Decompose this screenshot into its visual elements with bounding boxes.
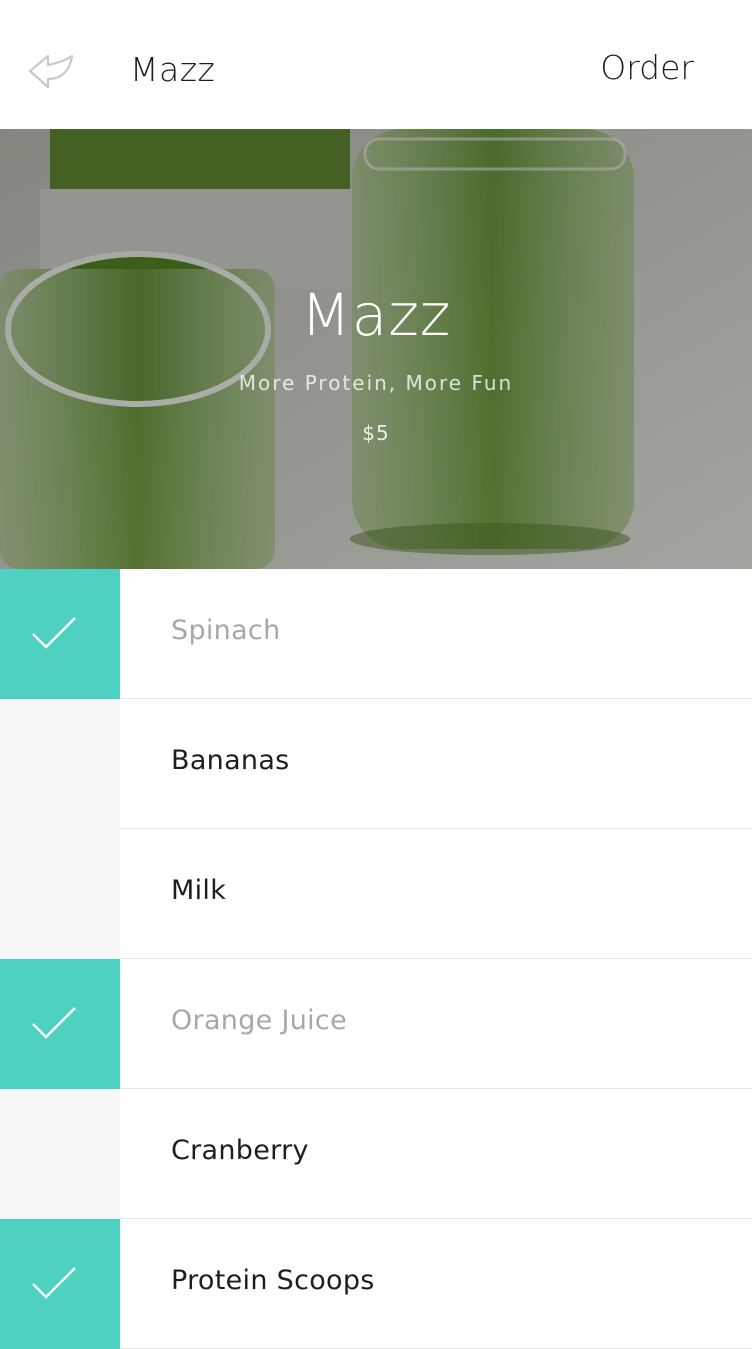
ingredient-label: Spinach bbox=[171, 615, 281, 646]
ingredient-checkbox[interactable] bbox=[0, 1219, 120, 1349]
ingredient-row[interactable]: Milk bbox=[0, 829, 752, 959]
checkmark-icon bbox=[32, 1007, 76, 1039]
hero-banner: Mazz More Protein, More Fun $5 bbox=[0, 129, 752, 569]
ingredient-checkbox[interactable] bbox=[0, 1089, 120, 1219]
checkmark-icon bbox=[32, 1267, 76, 1299]
hero-subtitle: More Protein, More Fun bbox=[238, 371, 514, 395]
ingredient-checkbox[interactable] bbox=[0, 699, 120, 829]
ingredient-row[interactable]: Protein Scoops bbox=[0, 1219, 752, 1349]
order-button[interactable]: Order bbox=[600, 48, 694, 87]
ingredient-label: Protein Scoops bbox=[171, 1265, 375, 1296]
checkmark-icon bbox=[32, 617, 76, 649]
ingredient-list: Spinach Bananas Milk Orange Juice Cranberry P… bbox=[0, 569, 752, 1349]
hero-dim-overlay bbox=[0, 129, 752, 569]
hero-title: Mazz bbox=[300, 281, 452, 349]
ingredient-label: Bananas bbox=[171, 745, 290, 776]
back-arrow-icon bbox=[28, 54, 74, 89]
ingredient-checkbox[interactable] bbox=[0, 959, 120, 1089]
page-title: Mazz bbox=[130, 50, 216, 89]
ingredient-label: Cranberry bbox=[171, 1135, 309, 1166]
hero-price: $5 bbox=[362, 421, 390, 445]
ingredient-row[interactable]: Bananas bbox=[0, 699, 752, 829]
ingredient-row[interactable]: Orange Juice bbox=[0, 959, 752, 1089]
ingredient-checkbox[interactable] bbox=[0, 829, 120, 959]
ingredient-label: Milk bbox=[171, 875, 227, 906]
back-button[interactable] bbox=[24, 46, 80, 96]
ingredient-checkbox[interactable] bbox=[0, 569, 120, 699]
ingredient-row[interactable]: Spinach bbox=[0, 569, 752, 699]
top-bar: Mazz Order bbox=[0, 0, 752, 129]
ingredient-label: Orange Juice bbox=[171, 1005, 347, 1036]
ingredient-row[interactable]: Cranberry bbox=[0, 1089, 752, 1219]
